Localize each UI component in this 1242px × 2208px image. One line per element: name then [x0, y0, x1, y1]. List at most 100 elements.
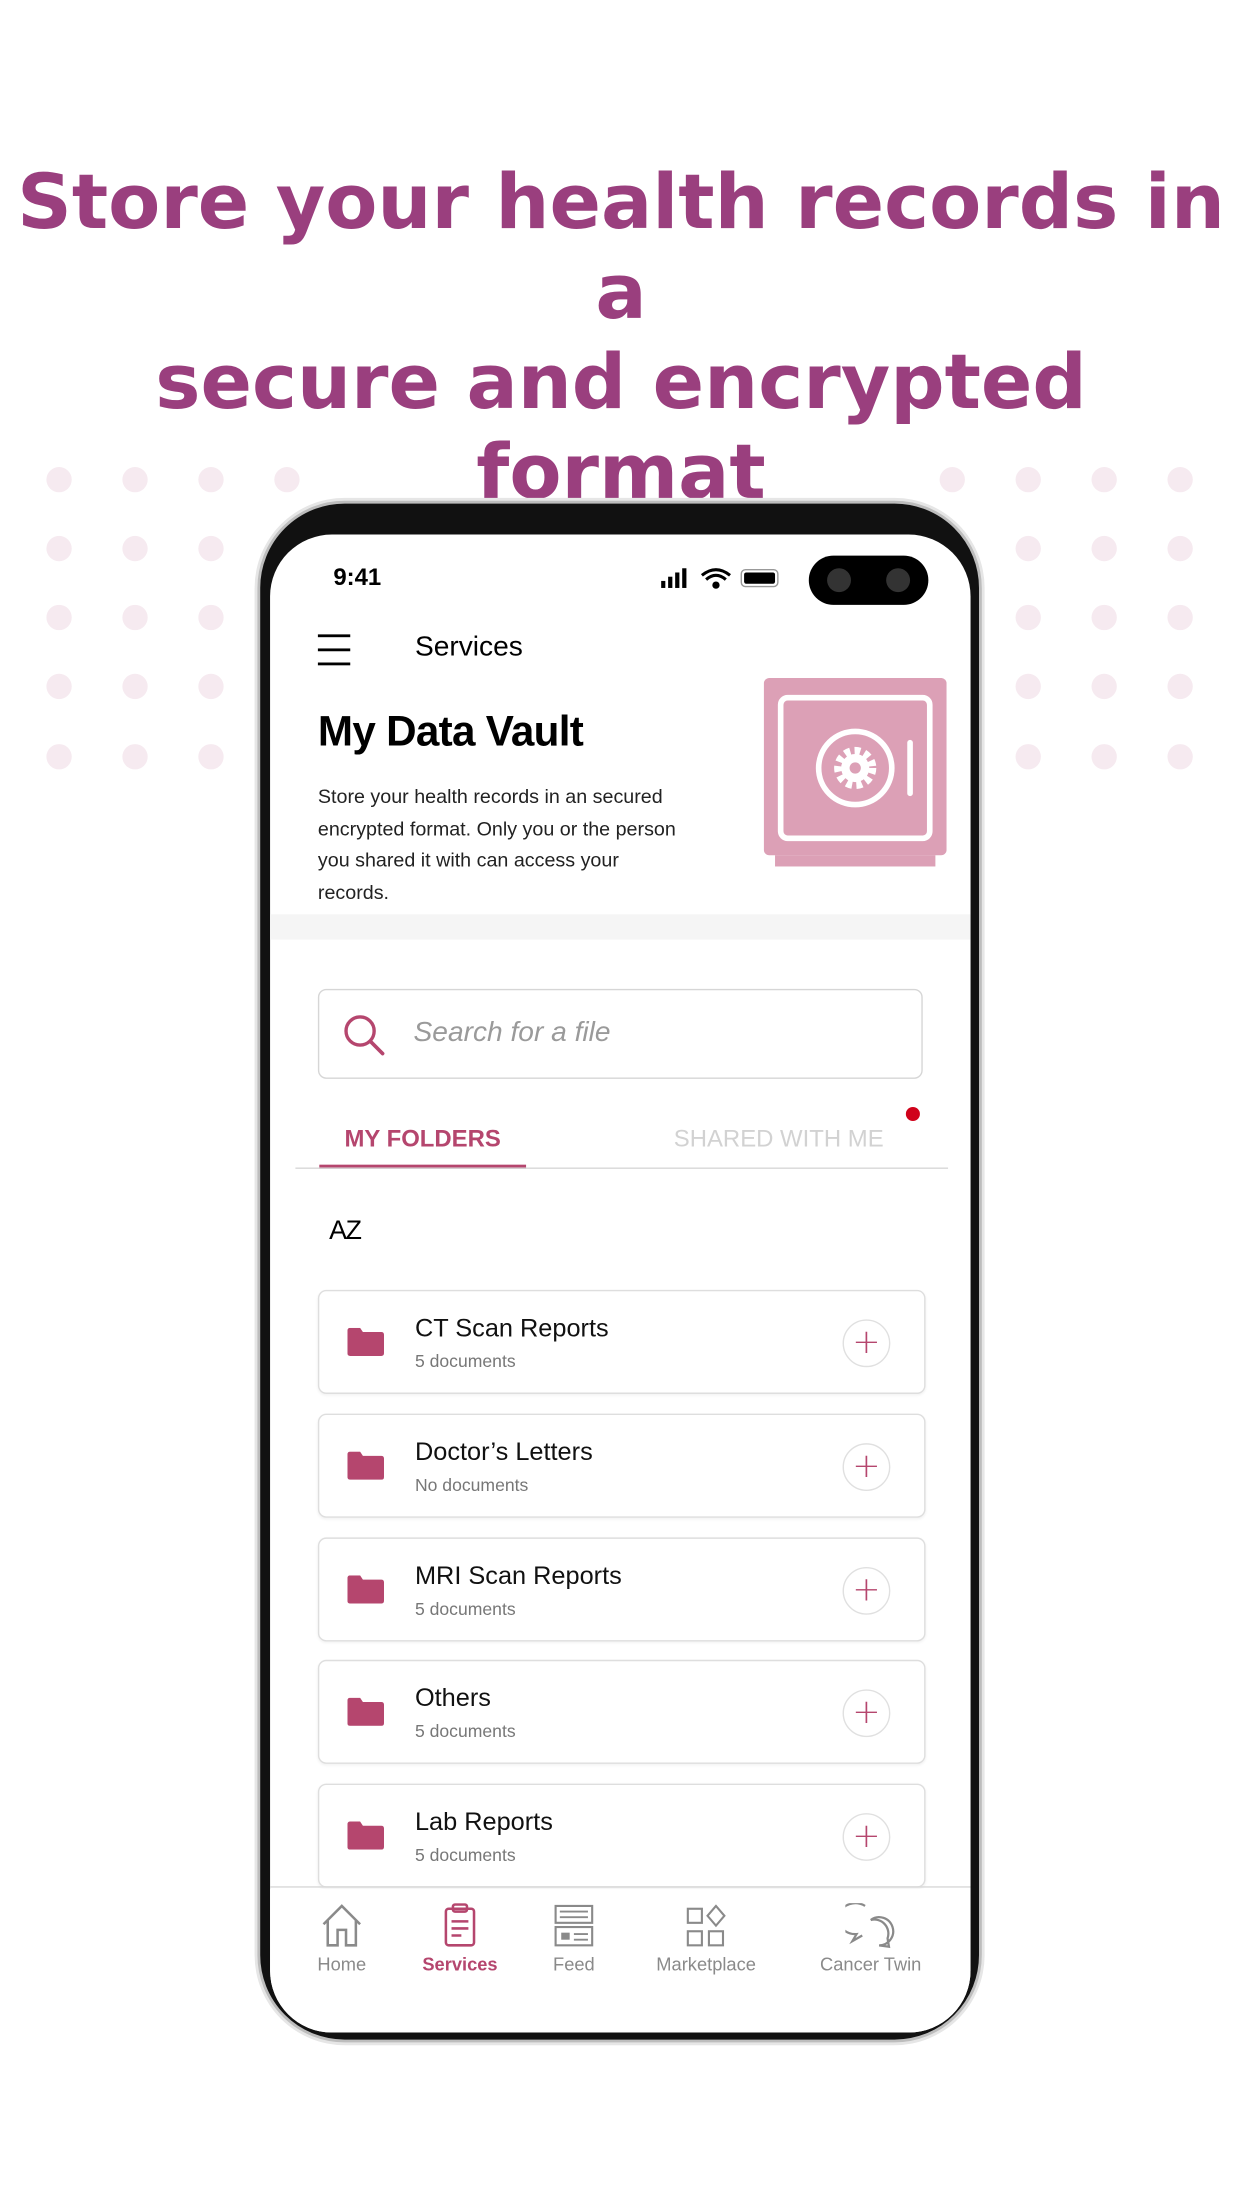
add-document-button[interactable]: +	[842, 1689, 891, 1738]
folder-card[interactable]: Doctor’s Letters No documents +	[317, 1413, 926, 1518]
decorative-dot	[198, 466, 224, 493]
decorative-dot	[1167, 604, 1193, 631]
folder-icon	[347, 1327, 385, 1356]
tabs-divider	[295, 1167, 949, 1169]
description-line: you shared it with can access your	[317, 848, 619, 871]
folder-name: Doctor’s Letters	[414, 1437, 593, 1466]
nav-marketplace[interactable]: Marketplace	[629, 1903, 784, 1975]
headline-line-2: secure and encrypted format	[155, 337, 1087, 517]
decorative-dot	[1167, 673, 1193, 700]
decorative-dot	[1091, 744, 1117, 770]
add-document-button[interactable]: +	[842, 1319, 891, 1368]
folder-icon	[347, 1821, 385, 1850]
decorative-dot	[1091, 604, 1117, 631]
decorative-dot	[46, 535, 72, 562]
folder-count: 5 documents	[414, 1845, 516, 1866]
decorative-dot	[122, 535, 148, 562]
headline-line-1: Store your health records in a	[17, 157, 1225, 337]
bottom-nav-divider	[270, 1886, 971, 1888]
decorative-dot	[1167, 744, 1193, 770]
decorative-dot	[1091, 673, 1117, 700]
folder-icon	[347, 1575, 385, 1604]
decorative-dot	[46, 673, 72, 700]
nav-label: Feed	[553, 1953, 595, 1975]
header-title: Services	[414, 631, 523, 663]
folder-count: 5 documents	[414, 1721, 516, 1742]
decorative-dot	[46, 604, 72, 631]
decorative-dot	[1015, 604, 1041, 631]
add-document-button[interactable]: +	[842, 1443, 891, 1491]
page-title: My Data Vault	[317, 708, 584, 756]
folder-count: No documents	[414, 1475, 529, 1496]
decorative-dot	[1091, 535, 1117, 562]
nav-label: Home	[317, 1953, 367, 1975]
bottom-nav: Home Services Feed Marketplace Cancer Tw…	[270, 1889, 971, 2033]
tab-my-folders[interactable]: MY FOLDERS	[319, 1125, 526, 1153]
chat-bubbles-icon	[845, 1903, 895, 1949]
nav-label: Marketplace	[656, 1953, 756, 1975]
folder-icon	[347, 1697, 385, 1726]
search-icon	[344, 1015, 385, 1056]
tab-shared-with-me[interactable]: SHARED WITH ME	[674, 1125, 884, 1153]
folder-card[interactable]: MRI Scan Reports 5 documents +	[317, 1537, 926, 1642]
description-line: Store your health records in an secured	[317, 784, 663, 808]
description-line: records.	[317, 879, 390, 903]
status-time: 9:41	[333, 564, 382, 591]
decorative-dot	[1167, 466, 1193, 493]
decorative-dot	[274, 466, 300, 493]
decorative-dot	[1015, 535, 1041, 562]
folder-count: 5 documents	[414, 1351, 516, 1372]
folder-name: MRI Scan Reports	[414, 1561, 622, 1590]
hamburger-icon[interactable]	[317, 634, 351, 666]
feed-icon	[554, 1904, 594, 1947]
nav-label: Services	[422, 1953, 498, 1975]
decorative-dot	[939, 466, 965, 493]
nav-cancer-twin[interactable]: Cancer Twin	[793, 1903, 948, 1975]
folder-card[interactable]: Lab Reports 5 documents +	[317, 1783, 926, 1888]
folder-card[interactable]: Others 5 documents +	[317, 1659, 926, 1764]
decorative-dot	[1015, 673, 1041, 700]
promo-headline: Store your health records in a secure an…	[0, 158, 1242, 518]
nav-label: Cancer Twin	[820, 1953, 922, 1975]
status-icons	[661, 568, 779, 589]
section-divider	[270, 914, 971, 940]
decorative-dot	[198, 535, 224, 562]
phone-screen: 9:41 Services My Data Vault Store your h…	[270, 534, 971, 2033]
notification-dot	[905, 1106, 920, 1122]
decorative-dot	[1015, 466, 1041, 493]
decorative-dot	[198, 673, 224, 700]
decorative-dot	[122, 466, 148, 493]
description-line: encrypted format. Only you or the person	[317, 816, 676, 840]
folder-name: CT Scan Reports	[414, 1313, 609, 1342]
clipboard-icon	[444, 1903, 476, 1947]
decorative-dot	[122, 604, 148, 631]
marketplace-icon	[686, 1904, 726, 1947]
folder-name: Others	[414, 1683, 491, 1712]
search-placeholder: Search for a file	[413, 1016, 611, 1048]
wifi-icon	[700, 568, 731, 589]
sort-label: AZ	[329, 1216, 362, 1247]
folder-count: 5 documents	[414, 1599, 516, 1619]
folder-name: Lab Reports	[414, 1807, 553, 1836]
sort-az-icon[interactable]: AZ	[329, 1212, 371, 1251]
camera-cutout	[808, 555, 929, 605]
decorative-dot	[46, 744, 72, 770]
folder-card[interactable]: CT Scan Reports 5 documents +	[317, 1289, 926, 1394]
folder-icon	[347, 1451, 385, 1480]
add-document-button[interactable]: +	[842, 1566, 891, 1615]
decorative-dot	[122, 744, 148, 770]
promo-stage: Store your health records in a secure an…	[0, 0, 1242, 2208]
decorative-dot	[122, 673, 148, 700]
search-input[interactable]: Search for a file	[317, 988, 923, 1079]
decorative-dot	[198, 744, 224, 770]
home-icon	[322, 1904, 361, 1947]
decorative-dot	[198, 604, 224, 631]
decorative-dot	[1015, 744, 1041, 770]
battery-icon	[740, 568, 779, 588]
safe-vault-icon	[763, 677, 947, 867]
decorative-dot	[1167, 535, 1193, 562]
decorative-dot	[1091, 466, 1117, 493]
decorative-dot	[46, 466, 72, 493]
add-document-button[interactable]: +	[842, 1813, 891, 1861]
hero-description: Store your health records in an secured …	[318, 781, 676, 908]
